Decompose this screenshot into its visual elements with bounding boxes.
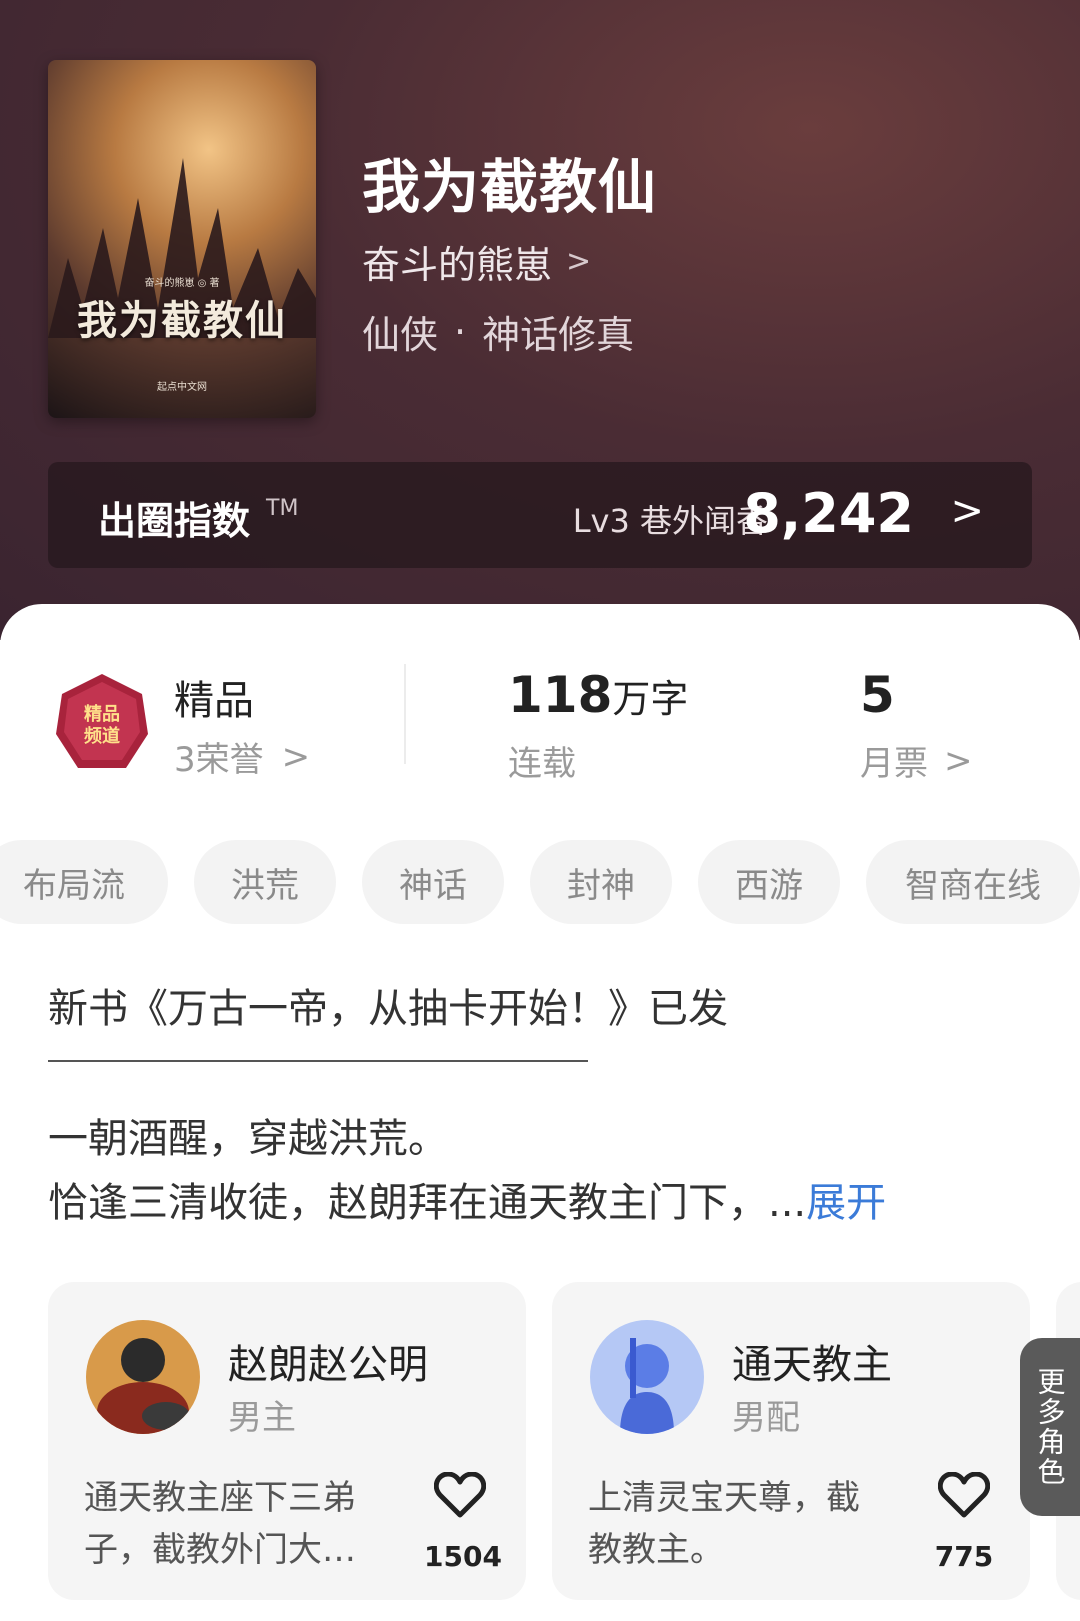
quality-label: 精品 xyxy=(174,678,254,724)
character-description: 通天教主座下三弟子，截教外门大… xyxy=(84,1478,356,1570)
index-level: Lv3 巷外闻香 xyxy=(572,502,768,540)
ellipsis: ... xyxy=(768,1180,807,1226)
monthly-ticket-label: 月票 xyxy=(860,744,928,784)
like-count: 1504 xyxy=(424,1540,502,1573)
trademark-label: TM xyxy=(266,496,299,521)
character-role: 男主 xyxy=(228,1398,296,1438)
svg-text:频道: 频道 xyxy=(84,725,120,747)
character-name: 赵朗赵公明 xyxy=(228,1342,428,1388)
avatar xyxy=(590,1320,704,1434)
expand-link[interactable]: 展开 xyxy=(806,1180,886,1226)
honors-count: 3荣誉 xyxy=(174,740,264,780)
book-cover[interactable]: 奋斗的熊崽 ◎ 著 我为截教仙 起点中文网 xyxy=(48,60,316,418)
cover-title: 我为截教仙 xyxy=(77,297,287,344)
book-title: 我为截教仙 xyxy=(362,153,658,221)
tag-chip[interactable]: 封神 xyxy=(530,840,672,924)
svg-text:精品: 精品 xyxy=(84,703,120,725)
character-name: 通天教主 xyxy=(732,1342,892,1388)
chevron-right-icon: > xyxy=(950,488,984,534)
word-count-number: 118 xyxy=(508,666,613,724)
character-card[interactable]: 赵朗赵公明 男主 通天教主座下三弟子，截教外门大… 1504 xyxy=(48,1282,526,1600)
tag-chip[interactable]: 智商在线 xyxy=(866,840,1080,924)
quality-badge-icon: 精品 频道 xyxy=(56,674,148,768)
word-count-unit: 万字 xyxy=(612,677,689,721)
monthly-ticket-link[interactable]: 月票 > xyxy=(860,736,973,785)
author-name: 奋斗的熊崽 xyxy=(362,243,553,287)
author-link[interactable]: 奋斗的熊崽 > xyxy=(362,234,591,289)
genre-row: 仙侠 · 神话修真 xyxy=(362,304,634,359)
genre-primary: 仙侠 xyxy=(362,313,439,357)
character-role: 男配 xyxy=(732,1398,800,1438)
tag-chip[interactable]: 神话 xyxy=(362,840,504,924)
more-roles-button[interactable]: 更多角色 xyxy=(1020,1338,1080,1516)
synopsis-text: 恰逢三清收徒，赵朗拜在通天教主门下， xyxy=(48,1180,768,1226)
heart-icon[interactable] xyxy=(432,1471,488,1522)
index-label: 出圈指数 xyxy=(98,499,251,543)
synopsis-line-2: 恰逢三清收徒，赵朗拜在通天教主门下，...展开 xyxy=(48,1170,886,1228)
chevron-right-icon: > xyxy=(281,736,311,777)
index-score: 8,242 xyxy=(743,482,914,545)
new-book-notice: 新书《万古一帝，从抽卡开始！》已发 xyxy=(48,986,728,1032)
cover-author: 奋斗的熊崽 ◎ 著 xyxy=(144,278,220,289)
separator-line xyxy=(48,1060,588,1062)
divider xyxy=(404,664,406,764)
tag-list: 布局流 洪荒 神话 封神 西游 智商在线 xyxy=(0,840,1080,924)
avatar xyxy=(86,1320,200,1434)
synopsis-line-1: 一朝酒醒，穿越洪荒。 xyxy=(48,1116,448,1162)
tag-chip[interactable]: 西游 xyxy=(698,840,840,924)
tag-chip[interactable]: 洪荒 xyxy=(194,840,336,924)
word-count: 118万字 xyxy=(508,666,688,724)
character-description: 上清灵宝天尊，截教教主。 xyxy=(588,1478,860,1570)
heart-icon[interactable] xyxy=(936,1471,992,1522)
chevron-right-icon: > xyxy=(566,244,592,279)
popularity-index-bar[interactable]: 出圈指数 TM Lv3 巷外闻香 8,242 > xyxy=(48,462,1032,568)
monthly-ticket-count: 5 xyxy=(860,666,895,724)
character-card[interactable]: 通天教主 男配 上清灵宝天尊，截教教主。 775 xyxy=(552,1282,1030,1600)
chevron-right-icon: > xyxy=(944,740,973,781)
cover-publisher: 起点中文网 xyxy=(157,382,207,393)
tag-chip[interactable]: 布局流 xyxy=(0,840,168,924)
serial-status: 连载 xyxy=(508,744,576,784)
dot-separator: · xyxy=(454,309,467,354)
genre-secondary: 神话修真 xyxy=(482,313,635,357)
like-count: 775 xyxy=(934,1540,994,1573)
honors-link[interactable]: 3荣誉 > xyxy=(174,732,310,781)
